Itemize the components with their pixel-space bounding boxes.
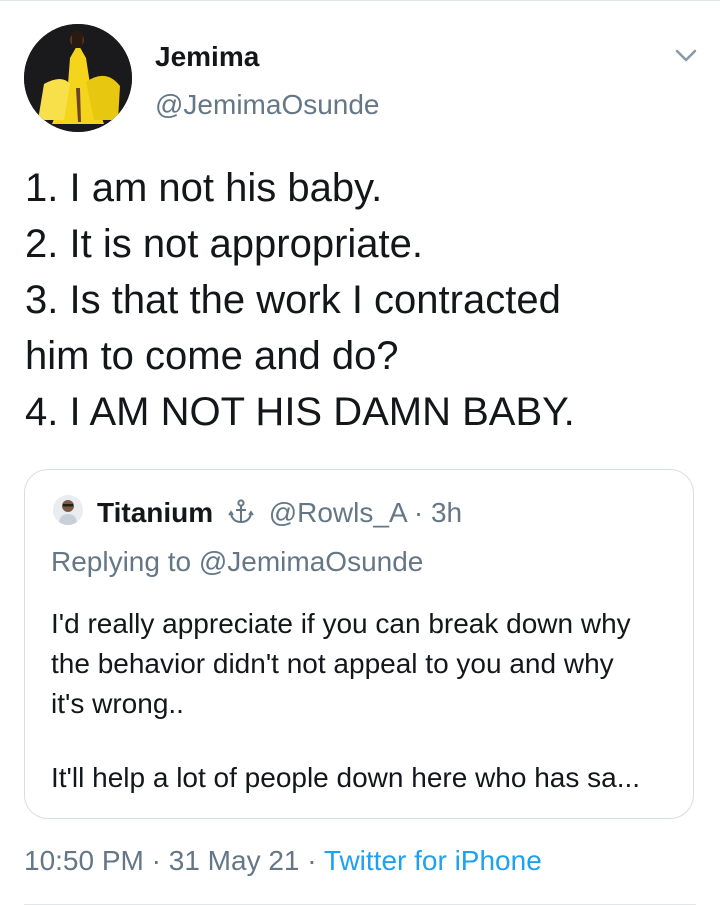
bottom-divider <box>24 904 696 905</box>
quoted-author-handle[interactable]: @Rowls_A <box>269 497 406 528</box>
separator-dot: · <box>307 845 317 876</box>
quoted-avatar-image <box>53 495 83 525</box>
top-divider <box>0 0 720 1</box>
tweet-line: 1. I am not his baby. <box>25 166 383 210</box>
tweet-line: 4. I AM NOT HIS DAMN BABY. <box>25 390 575 434</box>
tweet-source-link[interactable]: Twitter for iPhone <box>324 845 542 876</box>
quoted-line: the behavior didn't not appeal to you an… <box>51 648 614 679</box>
quoted-text: I'd really appreciate if you can break d… <box>51 604 681 798</box>
tweet-text: 1. I am not his baby. 2. It is not appro… <box>25 160 705 440</box>
quoted-line: it's wrong.. <box>51 688 184 719</box>
tweet-line: him to come and do? <box>25 334 399 378</box>
tweet-line: 2. It is not appropriate. <box>25 222 424 266</box>
quoted-tweet-card[interactable]: Titanium @Rowls_A · 3h Replying to @Jemi… <box>24 469 694 819</box>
avatar-image <box>24 24 132 132</box>
chevron-down-icon[interactable] <box>671 40 701 70</box>
author-avatar[interactable] <box>24 24 132 132</box>
tweet-meta: 10:50 PM · 31 May 21 · Twitter for iPhon… <box>24 843 542 879</box>
tweet-line: 3. Is that the work I contracted <box>25 278 561 322</box>
quoted-author-avatar[interactable] <box>53 495 83 525</box>
quoted-line: I'd really appreciate if you can break d… <box>51 608 631 639</box>
author-name[interactable]: Jemima <box>155 40 259 74</box>
tweet-date: 31 May 21 <box>168 845 300 876</box>
anchor-icon <box>227 498 255 526</box>
separator-dot: · <box>151 845 161 876</box>
tweet-time: 10:50 PM <box>24 845 144 876</box>
quoted-time: 3h <box>430 497 463 528</box>
separator-dot: · <box>413 497 424 528</box>
quoted-line: It'll help a lot of people down here who… <box>51 762 641 793</box>
quoted-author-name[interactable]: Titanium <box>97 497 213 528</box>
author-handle[interactable]: @JemimaOsunde <box>155 88 380 122</box>
replying-to[interactable]: Replying to @JemimaOsunde <box>51 545 423 579</box>
quoted-header: Titanium @Rowls_A · 3h <box>97 496 462 530</box>
